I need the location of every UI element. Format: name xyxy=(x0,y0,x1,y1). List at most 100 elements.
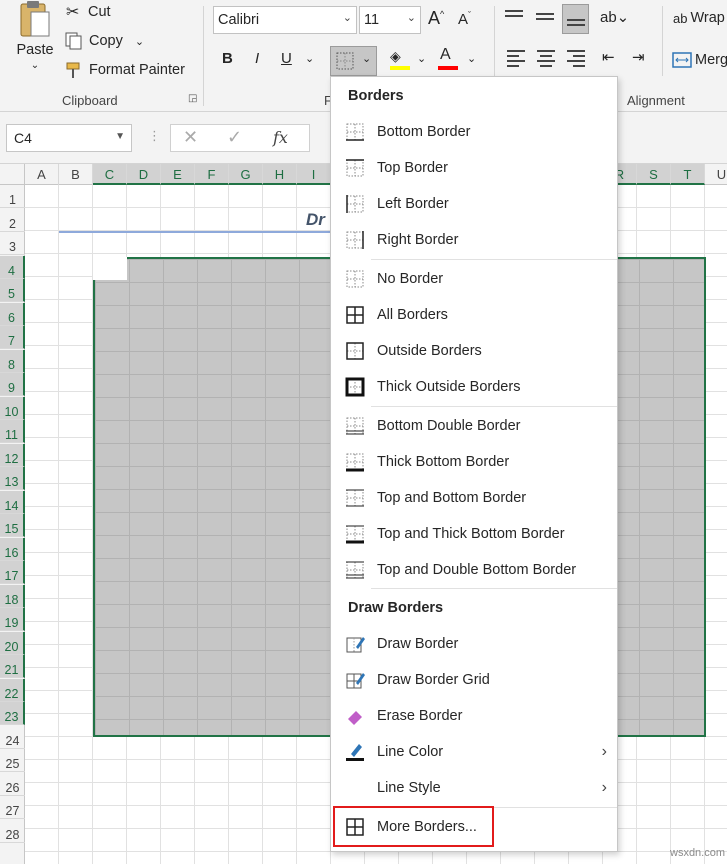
increase-indent-icon[interactable]: ⇥ xyxy=(632,48,645,66)
row-header[interactable]: 10 xyxy=(0,397,25,420)
menu-item-bottom-double-border[interactable]: Bottom Double Border xyxy=(331,408,617,444)
row-header[interactable]: 20 xyxy=(0,632,25,655)
middle-align-button[interactable] xyxy=(536,8,556,28)
chevron-down-icon[interactable]: ⌄ xyxy=(305,52,314,65)
row-header[interactable]: 6 xyxy=(0,303,25,326)
eraser-icon xyxy=(345,706,365,726)
borders-button[interactable]: ⌄ xyxy=(330,46,377,76)
row-header[interactable]: 11 xyxy=(0,420,25,443)
column-header[interactable]: E xyxy=(161,164,195,185)
increase-font-size-icon[interactable]: A^ xyxy=(428,8,444,29)
top-align-button[interactable] xyxy=(505,8,525,28)
menu-item-all-borders[interactable]: All Borders xyxy=(331,297,617,333)
menu-item-top-and-double-bottom-border[interactable]: Top and Double Bottom Border xyxy=(331,552,617,588)
row-header[interactable]: 8 xyxy=(0,350,25,373)
menu-item-bottom-border[interactable]: Bottom Border xyxy=(331,114,617,150)
menu-item-draw-border-grid[interactable]: Draw Border Grid xyxy=(331,662,617,698)
decrease-indent-icon[interactable]: ⇤ xyxy=(602,48,615,66)
column-header[interactable]: F xyxy=(195,164,229,185)
row-header[interactable]: 21 xyxy=(0,655,25,678)
chevron-down-icon[interactable]: ⌄ xyxy=(417,52,426,65)
wrap-text-button[interactable]: ab Wrap xyxy=(673,10,725,26)
row-header[interactable]: 23 xyxy=(0,702,25,725)
row-header[interactable]: 28 xyxy=(0,820,25,843)
row-header[interactable]: 5 xyxy=(0,279,25,302)
column-header[interactable]: H xyxy=(263,164,297,185)
row-header[interactable]: 15 xyxy=(0,514,25,537)
chevron-down-icon: ⌄ xyxy=(134,35,145,48)
cut-button[interactable]: ✂ Cut xyxy=(66,2,111,22)
menu-item-no-border[interactable]: No Border xyxy=(331,261,617,297)
chevron-down-icon: ⌄ xyxy=(406,12,416,24)
column-header[interactable]: D xyxy=(127,164,161,185)
column-header[interactable]: C xyxy=(93,164,127,185)
bottom-align-button[interactable] xyxy=(562,4,589,34)
copy-button[interactable]: Copy ⌄ xyxy=(64,31,144,51)
row-header[interactable]: 26 xyxy=(0,773,25,796)
row-header[interactable]: 25 xyxy=(0,749,25,772)
menu-item-top-and-thick-bottom-border[interactable]: Top and Thick Bottom Border xyxy=(331,516,617,552)
menu-item-label: Outside Borders xyxy=(377,343,482,359)
orientation-icon[interactable]: ab⌄ xyxy=(600,8,629,26)
row-header[interactable]: 4 xyxy=(0,256,25,279)
insert-function-icon[interactable]: fx xyxy=(273,128,288,147)
menu-item-line-style[interactable]: Line Style › xyxy=(331,770,617,806)
decrease-font-size-icon[interactable]: Aˇ xyxy=(458,10,471,28)
row-header[interactable]: 3 xyxy=(0,232,25,255)
paste-label: Paste xyxy=(16,42,54,58)
row-header[interactable]: 2 xyxy=(0,209,25,232)
row-header[interactable]: 12 xyxy=(0,444,25,467)
menu-item-top-border[interactable]: Top Border xyxy=(331,150,617,186)
font-size-select[interactable]: 11 ⌄ xyxy=(359,6,421,34)
font-color-button[interactable]: A xyxy=(438,46,460,72)
menu-item-thick-bottom-border[interactable]: Thick Bottom Border xyxy=(331,444,617,480)
row-header[interactable]: 18 xyxy=(0,585,25,608)
row-header[interactable]: 13 xyxy=(0,467,25,490)
paste-button[interactable]: Paste ⌄ xyxy=(12,0,58,80)
row-header[interactable]: 9 xyxy=(0,373,25,396)
row-header[interactable]: 16 xyxy=(0,538,25,561)
menu-item-draw-border[interactable]: Draw Border xyxy=(331,626,617,662)
chevron-right-icon: › xyxy=(601,743,607,760)
font-name-value: Calibri xyxy=(218,12,260,28)
enter-icon[interactable]: ✓ xyxy=(227,127,242,148)
column-header[interactable]: S xyxy=(637,164,671,185)
active-cell[interactable] xyxy=(93,257,127,280)
menu-item-top-and-bottom-border[interactable]: Top and Bottom Border xyxy=(331,480,617,516)
column-header[interactable]: U xyxy=(705,164,727,185)
row-header[interactable]: 7 xyxy=(0,326,25,349)
merge-center-button[interactable]: Merg xyxy=(672,51,727,69)
font-name-select[interactable]: Calibri ⌄ xyxy=(213,6,357,34)
row-header[interactable]: 22 xyxy=(0,679,25,702)
format-painter-button[interactable]: Format Painter xyxy=(64,60,185,80)
column-header[interactable]: G xyxy=(229,164,263,185)
row-header[interactable]: 19 xyxy=(0,608,25,631)
dialog-launcher-icon[interactable]: ◲ xyxy=(188,93,197,104)
row-header[interactable]: 24 xyxy=(0,726,25,749)
column-header[interactable]: I xyxy=(297,164,331,185)
italic-button[interactable]: I xyxy=(255,50,259,67)
menu-item-erase-border[interactable]: Erase Border xyxy=(331,698,617,734)
row-header[interactable]: 1 xyxy=(0,185,25,208)
menu-item-outside-borders[interactable]: Outside Borders xyxy=(331,333,617,369)
menu-item-left-border[interactable]: Left Border xyxy=(331,186,617,222)
column-header[interactable]: B xyxy=(59,164,93,185)
menu-item-thick-outside-borders[interactable]: Thick Outside Borders xyxy=(331,369,617,405)
row-header[interactable]: 17 xyxy=(0,561,25,584)
name-box[interactable]: C4 ▼ xyxy=(6,124,132,152)
column-header[interactable]: T xyxy=(671,164,705,185)
chevron-down-icon[interactable]: ⌄ xyxy=(467,52,476,65)
bold-button[interactable]: B xyxy=(222,50,233,67)
menu-item-line-color[interactable]: Line Color › xyxy=(331,734,617,770)
select-all-corner[interactable] xyxy=(0,164,25,185)
underline-button[interactable]: U xyxy=(281,50,292,67)
row-header[interactable]: 14 xyxy=(0,491,25,514)
column-header[interactable]: A xyxy=(25,164,59,185)
align-left-button[interactable] xyxy=(507,50,525,68)
cancel-icon[interactable]: ✕ xyxy=(183,127,198,148)
align-right-button[interactable] xyxy=(567,50,585,68)
align-center-button[interactable] xyxy=(537,50,555,68)
row-header[interactable]: 27 xyxy=(0,796,25,819)
menu-item-right-border[interactable]: Right Border xyxy=(331,222,617,258)
fill-color-button[interactable]: ◈ xyxy=(390,48,410,72)
